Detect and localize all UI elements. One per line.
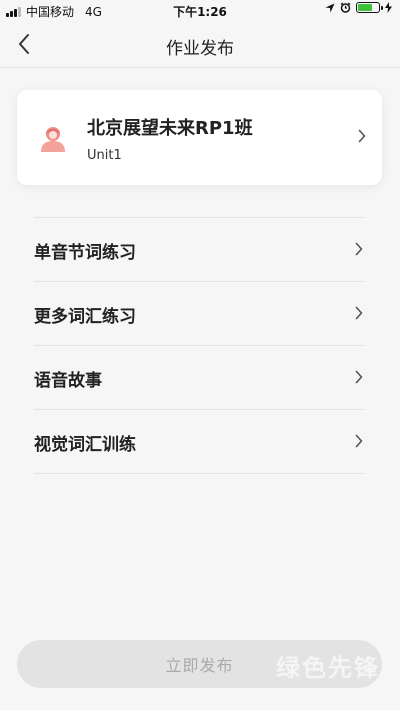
charging-icon: [385, 2, 392, 13]
list-item-monosyllable-practice[interactable]: 单音节词练习: [34, 218, 365, 282]
list-item-visual-vocabulary[interactable]: 视觉词汇训练: [34, 410, 365, 474]
class-unit: Unit1: [87, 148, 122, 163]
battery-icon: [356, 2, 383, 13]
class-card[interactable]: 北京展望未来RP1班 Unit1: [17, 90, 382, 185]
nav-bar: 作业发布: [0, 20, 400, 68]
list-item-phonics-story[interactable]: 语音故事: [34, 346, 365, 410]
list-item-label: 单音节词练习: [34, 243, 136, 263]
list-item-more-vocabulary[interactable]: 更多词汇练习: [34, 282, 365, 346]
chevron-right-icon: [358, 129, 366, 143]
list-item-label: 语音故事: [34, 371, 102, 391]
page-title: 作业发布: [166, 39, 234, 59]
battery-level-fill: [358, 4, 372, 11]
chevron-right-icon: [355, 370, 363, 384]
class-name: 北京展望未来RP1班: [87, 118, 253, 139]
chevron-right-icon: [355, 434, 363, 448]
chevron-right-icon: [355, 306, 363, 320]
alarm-icon: [340, 2, 351, 13]
practice-list: 单音节词练习 更多词汇练习 语音故事 视觉词汇训练: [34, 217, 365, 474]
avatar-icon: [41, 127, 65, 152]
list-item-label: 视觉词汇训练: [34, 435, 136, 455]
location-icon: [325, 3, 335, 12]
watermark: 绿色先锋: [276, 654, 380, 682]
list-item-label: 更多词汇练习: [34, 307, 136, 327]
status-right: [325, 2, 392, 13]
status-bar: 中国移动 4G 下午1:26: [0, 0, 400, 20]
chevron-right-icon: [355, 242, 363, 256]
